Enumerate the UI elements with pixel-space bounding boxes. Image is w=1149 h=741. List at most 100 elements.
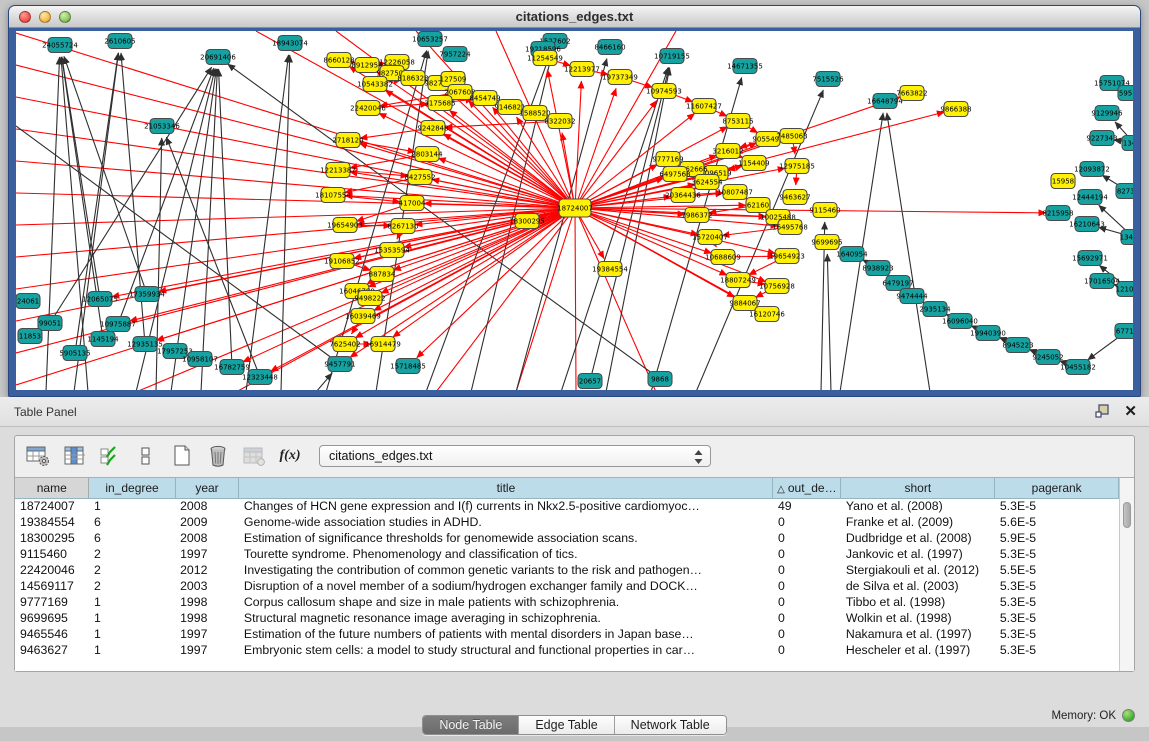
graph-node[interactable]: 11853 [18, 329, 42, 344]
graph-node[interactable]: 7515526 [812, 72, 844, 87]
graph-node[interactable]: 121033 [1116, 282, 1133, 297]
table-row[interactable]: 1830029562008Estimation of significance … [15, 530, 1119, 546]
graph-node[interactable]: 82733 [1116, 184, 1133, 199]
table-row[interactable]: 1872400712008Changes of HCN gene express… [15, 498, 1119, 514]
graph-node[interactable]: 15958 [1051, 174, 1075, 189]
table-selector-dropdown[interactable]: citations_edges.txt [319, 445, 711, 467]
citation-network-graph[interactable]: 2405572426106052069140618943074106532571… [16, 31, 1133, 390]
delete-column-icon[interactable] [205, 443, 231, 469]
graph-node[interactable]: 134343 [1120, 230, 1133, 245]
graph-node[interactable]: 1145194 [87, 332, 119, 347]
graph-node[interactable]: 18943074 [272, 36, 308, 51]
graph-node[interactable]: 9777169 [652, 152, 683, 167]
graph-node[interactable]: 12065075 [82, 292, 118, 307]
graph-node[interactable]: 9868 [648, 372, 672, 387]
table-row[interactable]: 911546021997Tourette syndrome. Phenomeno… [15, 546, 1119, 562]
close-panel-icon[interactable]: ✕ [1124, 404, 1137, 419]
graph-node[interactable]: 6497568 [659, 167, 690, 182]
graph-node[interactable]: 21053346 [144, 119, 180, 134]
graph-node[interactable]: 887834 [369, 267, 396, 282]
graph-node[interactable]: 15692971 [1072, 251, 1108, 266]
zoom-window-icon[interactable] [59, 11, 71, 23]
table-row[interactable]: 977716911998Corpus callosum shape and si… [15, 594, 1119, 610]
graph-node[interactable]: 9463627 [779, 190, 810, 205]
delete-table-icon[interactable] [241, 443, 267, 469]
graph-node[interactable]: 20691406 [200, 50, 236, 65]
show-columns-icon[interactable] [61, 443, 87, 469]
memory-ok-icon[interactable] [1122, 709, 1135, 722]
graph-node[interactable]: 19106852 [324, 254, 360, 269]
graph-node[interactable]: 13454 [1122, 136, 1133, 151]
graph-node[interactable]: 8938923 [862, 261, 893, 276]
graph-node[interactable]: 5905135 [59, 346, 90, 361]
graph-node[interactable]: 8427552 [404, 170, 435, 185]
graph-node[interactable]: 9866388 [940, 102, 971, 117]
column-header-name[interactable]: name [15, 478, 89, 498]
graph-node[interactable]: 15353594 [374, 243, 410, 258]
graph-node[interactable]: 15718485 [390, 359, 426, 374]
graph-node[interactable]: 99051 [38, 316, 62, 331]
graph-node[interactable]: 19654903 [327, 218, 363, 233]
graph-node[interactable]: 8267130 [387, 219, 418, 234]
graph-node[interactable]: 7986372 [681, 208, 712, 223]
graph-node[interactable]: 8945223 [1002, 338, 1033, 353]
graph-node[interactable]: 9242848 [417, 121, 448, 136]
graph-node[interactable]: 8322032 [544, 114, 575, 129]
graph-node[interactable]: 19654923 [769, 249, 805, 264]
table-scrollbar[interactable] [1119, 478, 1134, 671]
graph-node[interactable]: 12213387 [320, 163, 356, 178]
graph-node[interactable]: 9245052 [1032, 350, 1063, 365]
table-row[interactable]: 2242004622012Investigating the contribut… [15, 562, 1119, 578]
graph-node[interactable]: 7485063 [776, 129, 807, 144]
scrollbar-thumb[interactable] [1123, 502, 1131, 528]
graph-node[interactable]: 18107554 [315, 188, 351, 203]
graph-node[interactable]: 20657 [578, 374, 602, 389]
row-stack-icon[interactable] [133, 443, 159, 469]
column-header-year[interactable]: year [175, 478, 239, 498]
minimize-window-icon[interactable] [39, 11, 51, 23]
graph-node[interactable]: 3624554 [691, 175, 723, 190]
graph-node[interactable]: 2803144 [411, 147, 443, 162]
column-header-in_degree[interactable]: in_degree [89, 478, 175, 498]
graph-node[interactable]: 67710 [1115, 324, 1133, 339]
graph-node[interactable]: 10807487 [717, 185, 753, 200]
graph-node[interactable]: 9457791 [324, 357, 355, 372]
column-header-pagerank[interactable]: pagerank [995, 478, 1119, 498]
float-window-icon[interactable] [1095, 404, 1110, 419]
graph-node[interactable]: 24061 [16, 294, 40, 309]
table-options-icon[interactable] [25, 443, 51, 469]
graph-node[interactable]: 12444194 [1072, 190, 1108, 205]
table-row[interactable]: 946554611997Estimation of the future num… [15, 626, 1119, 642]
table-row[interactable]: 946362711997Embryonic stem cells: a mode… [15, 642, 1119, 658]
graph-node[interactable]: 417004 [399, 196, 426, 211]
graph-node[interactable]: 2610605 [104, 34, 135, 49]
graph-node[interactable]: 1640954 [836, 247, 868, 262]
graph-node[interactable]: 3175685 [424, 96, 455, 111]
graph-node[interactable]: 9129946 [1091, 106, 1123, 121]
graph-node[interactable]: 12975185 [779, 159, 815, 174]
graph-node[interactable]: 10455182 [1060, 360, 1096, 375]
graph-node[interactable]: 3216012 [712, 144, 743, 159]
table-row[interactable]: 1938455462009Genome-wide association stu… [15, 514, 1119, 530]
column-header-out_de[interactable]: △out_de… [773, 478, 841, 498]
graph-node[interactable]: 8215958 [1042, 206, 1073, 221]
graph-node[interactable]: 9227343 [1086, 131, 1117, 146]
graph-node[interactable]: 8660128 [323, 53, 354, 68]
graph-node[interactable]: 12093872 [1074, 162, 1110, 177]
graph-node[interactable]: 2935134 [919, 302, 951, 317]
graph-node[interactable]: 12213977 [564, 62, 600, 77]
graph-node[interactable]: 10653257 [412, 32, 448, 47]
graph-node[interactable]: 2718120 [332, 133, 363, 148]
graph-node[interactable]: 10719155 [654, 49, 690, 64]
graph-node[interactable]: 9115460 [809, 203, 840, 218]
graph-node[interactable]: 16039469 [345, 309, 381, 324]
graph-node[interactable]: 7663822 [896, 86, 927, 101]
window-titlebar[interactable]: citations_edges.txt [9, 6, 1140, 28]
graph-node[interactable]: 1154409 [738, 156, 769, 171]
function-builder-icon[interactable]: f(x) [277, 443, 303, 469]
graph-node[interactable]: 17359934 [129, 287, 165, 302]
graph-node[interactable]: 8466160 [594, 40, 625, 55]
close-window-icon[interactable] [19, 11, 31, 23]
graph-node[interactable]: 62160 [746, 198, 770, 213]
graph-node[interactable]: 19384554 [592, 262, 628, 277]
